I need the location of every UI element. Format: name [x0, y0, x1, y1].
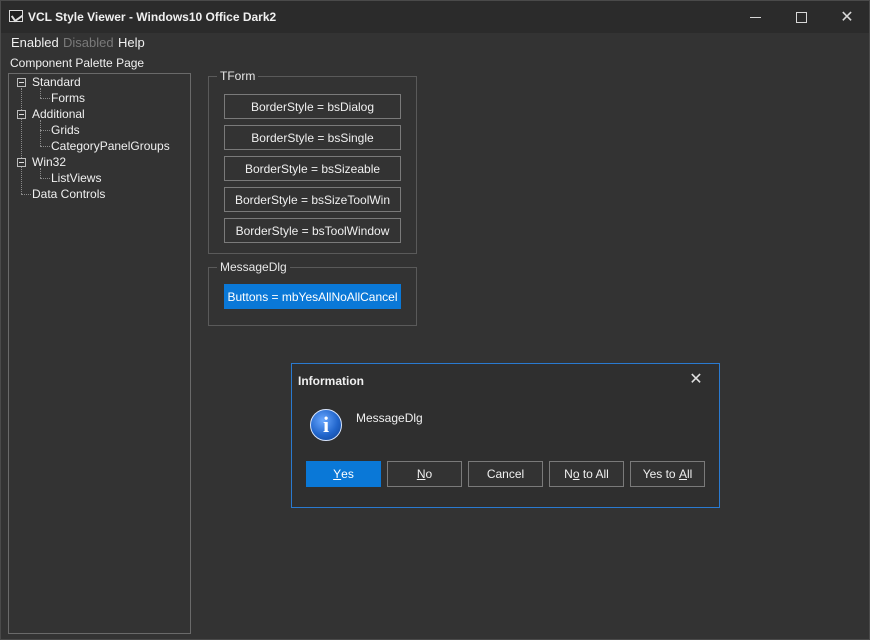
tree-item-grids[interactable]: Grids	[51, 123, 80, 139]
tform-group-title: TForm	[217, 70, 259, 83]
bsdialog-button[interactable]: BorderStyle = bsDialog	[224, 94, 401, 119]
tree-item-categorypanelgroups[interactable]: CategoryPanelGroups	[51, 139, 170, 155]
yes-suffix: es	[341, 467, 354, 481]
dialog-message: MessageDlg	[356, 411, 423, 425]
menu-help[interactable]: Help	[118, 35, 145, 50]
close-icon: ✕	[840, 9, 854, 26]
tree-item-win32[interactable]: Win32	[32, 155, 66, 171]
no-to-all-accelerator: o	[572, 467, 580, 481]
tree-item-forms[interactable]: Forms	[51, 91, 85, 107]
cancel-button[interactable]: Cancel	[468, 461, 543, 487]
tform-group: TForm BorderStyle = bsDialog BorderStyle…	[208, 70, 417, 254]
expand-toggle-win32[interactable]	[17, 158, 26, 167]
no-button[interactable]: No	[387, 461, 462, 487]
close-button[interactable]: ✕	[824, 1, 870, 33]
app-icon	[9, 10, 23, 22]
no-accelerator: N	[416, 467, 426, 481]
no-to-all-button[interactable]: No to All	[549, 461, 624, 487]
no-to-all-suffix: to All	[579, 467, 609, 481]
yes-to-all-button[interactable]: Yes to All	[630, 461, 705, 487]
information-icon: i	[310, 409, 342, 441]
tree-item-data-controls[interactable]: Data Controls	[32, 187, 105, 203]
tree-connector	[40, 146, 50, 147]
yes-to-all-suffix: ll	[686, 467, 693, 481]
bssingle-button[interactable]: BorderStyle = bsSingle	[224, 125, 401, 150]
no-to-all-prefix: N	[564, 467, 573, 481]
dialog-title: Information	[298, 374, 364, 388]
tree-connector	[21, 88, 22, 194]
maximize-button[interactable]	[778, 1, 824, 33]
expand-toggle-standard[interactable]	[17, 78, 26, 87]
yes-to-all-accelerator: A	[678, 467, 687, 481]
menu-enabled[interactable]: Enabled	[11, 35, 59, 50]
dialog-close-icon[interactable]: ✕	[687, 371, 705, 389]
maximize-icon	[795, 11, 807, 23]
mbyesallnoallcancel-button[interactable]: Buttons = mbYesAllNoAllCancel	[224, 284, 401, 309]
minimize-icon	[749, 16, 761, 18]
yes-accelerator: Y	[333, 467, 342, 481]
yes-to-all-prefix: Yes to	[642, 467, 679, 481]
tree-connector	[40, 130, 50, 131]
yes-button[interactable]: Yes	[306, 461, 381, 487]
tree-item-standard[interactable]: Standard	[32, 75, 81, 91]
component-palette-tree[interactable]: Standard Forms Additional Grids Category…	[8, 73, 191, 634]
tree-connector	[21, 194, 31, 195]
tree-connector	[40, 120, 41, 146]
menu-bar: Enabled Disabled Help	[1, 33, 869, 53]
window-title: VCL Style Viewer - Windows10 Office Dark…	[28, 10, 277, 24]
messagedlg-group-title: MessageDlg	[217, 261, 290, 274]
bstoolwindow-button[interactable]: BorderStyle = bsToolWindow	[224, 218, 401, 243]
tree-connector	[40, 178, 50, 179]
tree-item-additional[interactable]: Additional	[32, 107, 85, 123]
title-bar[interactable]: VCL Style Viewer - Windows10 Office Dark…	[1, 1, 869, 33]
menu-disabled[interactable]: Disabled	[63, 35, 114, 50]
bssizetoolwin-button[interactable]: BorderStyle = bsSizeToolWin	[224, 187, 401, 212]
no-suffix: o	[425, 467, 433, 481]
tree-connector	[40, 98, 50, 99]
expand-toggle-additional[interactable]	[17, 110, 26, 119]
main-window: VCL Style Viewer - Windows10 Office Dark…	[0, 0, 870, 640]
minimize-button[interactable]	[732, 1, 778, 33]
bssizeable-button[interactable]: BorderStyle = bsSizeable	[224, 156, 401, 181]
information-dialog: Information ✕ i MessageDlg Yes No Cancel…	[291, 363, 720, 508]
messagedlg-group: MessageDlg Buttons = mbYesAllNoAllCancel	[208, 261, 417, 326]
tree-item-listviews[interactable]: ListViews	[51, 171, 101, 187]
palette-label: Component Palette Page	[10, 56, 145, 70]
